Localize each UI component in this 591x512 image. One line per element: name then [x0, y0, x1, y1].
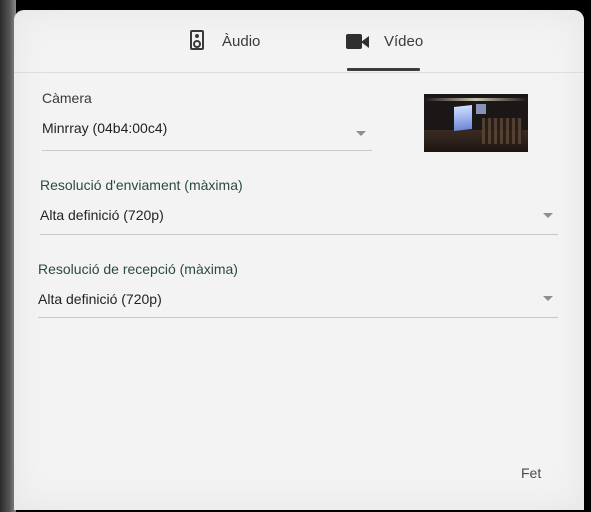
receive-resolution-underline — [38, 317, 558, 318]
receive-resolution-select[interactable]: Resolució de recepció (màxima) Alta defi… — [38, 261, 558, 325]
preview-projection-screen — [454, 105, 472, 131]
tab-audio-label: Àudio — [222, 33, 261, 50]
camera-select[interactable]: Càmera Minrray (04b4:00c4) — [42, 90, 372, 154]
speaker-woofer — [193, 40, 201, 48]
camera-value: Minrray (04b4:00c4) — [42, 120, 168, 136]
preview-ceiling-light — [424, 98, 528, 101]
done-button[interactable]: Fet — [521, 465, 541, 481]
send-resolution-underline — [40, 234, 558, 235]
preview-projection-screen-secondary — [476, 104, 486, 114]
camera-label: Càmera — [42, 90, 92, 106]
dropdown-arrow-icon[interactable] — [543, 213, 553, 218]
speaker-icon — [190, 30, 204, 50]
camera-preview — [424, 94, 528, 152]
dropdown-arrow-icon[interactable] — [543, 296, 553, 301]
send-resolution-select[interactable]: Resolució d'enviament (màxima) Alta defi… — [40, 177, 558, 241]
videocam-icon — [346, 32, 370, 52]
screen-frame: Àudio Vídeo Càmera Minrray (04b4:00c4) R… — [0, 0, 591, 512]
tab-video[interactable]: Vídeo — [346, 30, 423, 70]
send-resolution-label: Resolució d'enviament (màxima) — [40, 177, 243, 193]
tab-audio[interactable]: Àudio — [190, 30, 260, 70]
tab-bar: Àudio Vídeo — [14, 10, 584, 73]
send-resolution-value: Alta definició (720p) — [40, 207, 164, 223]
settings-dialog: Àudio Vídeo Càmera Minrray (04b4:00c4) R… — [14, 10, 584, 510]
speaker-tweeter — [195, 34, 199, 38]
receive-resolution-value: Alta definició (720p) — [38, 291, 162, 307]
camera-underline — [42, 150, 372, 151]
videocam-lens — [361, 36, 369, 48]
preview-audience — [482, 118, 522, 144]
tab-video-label: Vídeo — [384, 33, 424, 50]
receive-resolution-label: Resolució de recepció (màxima) — [38, 261, 238, 277]
videocam-body — [346, 34, 362, 49]
dropdown-arrow-icon[interactable] — [356, 131, 366, 136]
active-tab-indicator — [347, 68, 420, 71]
